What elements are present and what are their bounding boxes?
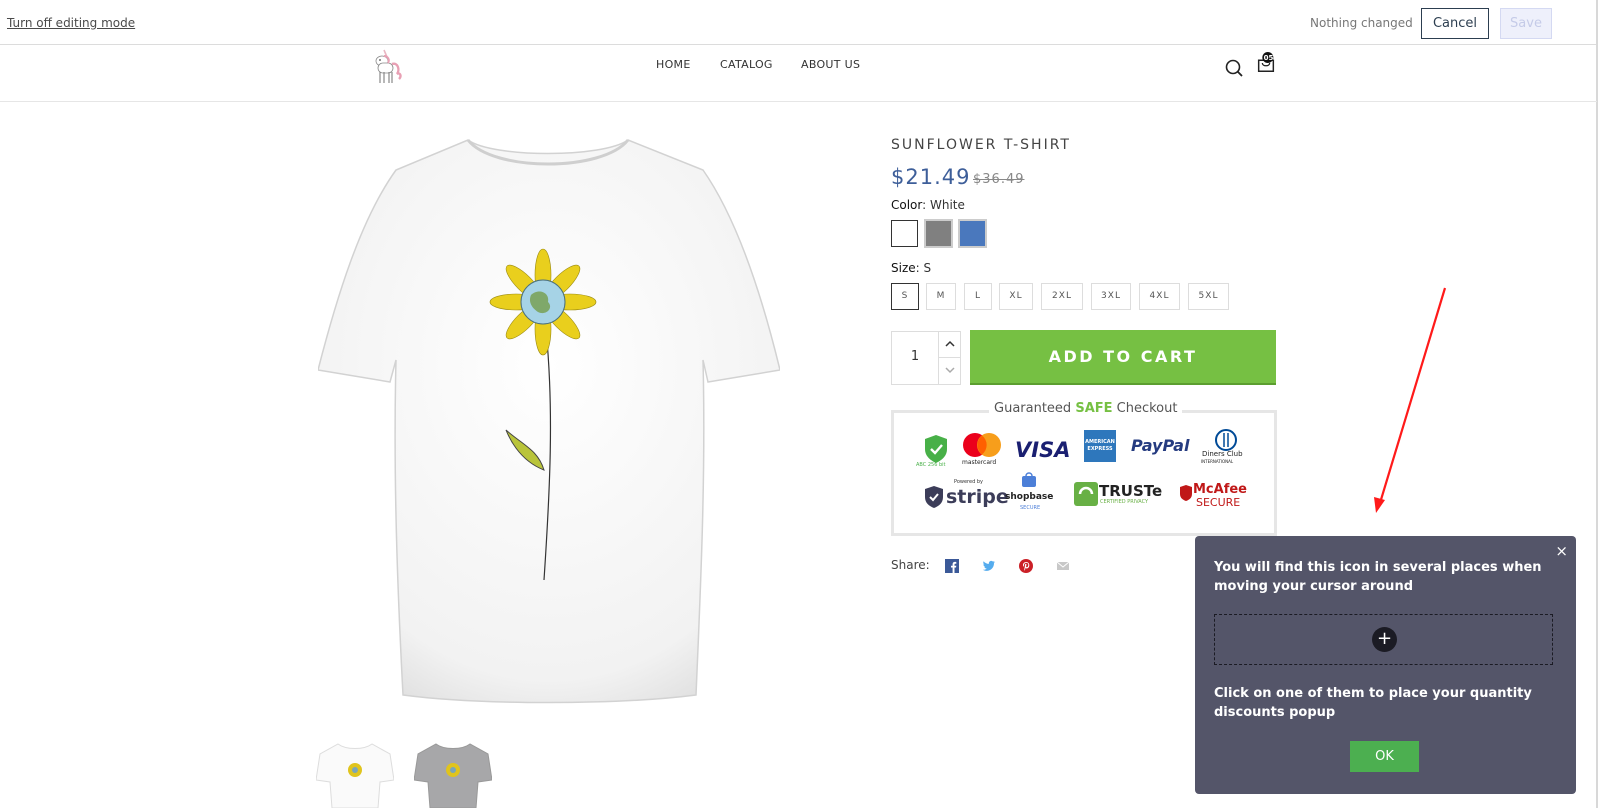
mastercard-caption: mastercard [962,459,997,466]
mastercard-icon [963,433,1001,457]
turn-off-editing-link[interactable]: Turn off editing mode [7,16,135,30]
color-swatch-gray[interactable] [924,219,953,248]
share-label: Share: [891,558,930,572]
ok-button[interactable]: OK [1350,741,1419,772]
product-compare-price: $36.49 [973,172,1025,187]
product-title: SUNFLOWER T-SHIRT [891,137,1071,153]
truste-icon [1074,482,1098,506]
stripe-logo: stripe [946,486,1009,508]
size-option-s[interactable]: S [891,283,919,310]
product-thumbnail-gray[interactable] [414,740,492,808]
nav-catalog[interactable]: CATALOG [720,58,773,71]
diners-sub-caption: INTERNATIONAL [1201,459,1234,464]
stripe-powered-by: Powered by [954,479,983,485]
shopbase-secure: SECURE [1020,505,1041,511]
diners-club-icon [1215,429,1237,451]
size-option-m[interactable]: M [926,283,956,310]
red-arrow-annotation [1374,287,1447,513]
mcafee-secure: SECURE [1196,496,1241,509]
trust-title-pre: Guaranteed [994,401,1072,416]
shield-caption: ABC 256 bit [916,462,946,468]
size-option-2xl[interactable]: 2XL [1041,283,1083,310]
size-label: Size [891,261,916,275]
trust-badges-box: Guaranteed SAFE Checkout ABC 256 bit mas… [891,401,1277,536]
close-icon[interactable]: × [1555,542,1568,560]
trust-title-post: Checkout [1116,401,1178,416]
unicorn-logo[interactable] [364,46,410,88]
color-value: White [929,198,965,212]
pinterest-icon[interactable] [1019,559,1033,573]
search-icon[interactable] [1223,57,1245,79]
size-option-l[interactable]: L [964,283,992,310]
trust-title: Guaranteed SAFE Checkout [989,401,1183,416]
quantity-input[interactable]: 1 [892,349,938,364]
size-option-label: Size: S [891,261,932,275]
nav-home[interactable]: HOME [656,58,691,71]
mcafee-logo: McAfee [1193,482,1247,497]
twitter-icon[interactable] [982,559,996,573]
quantity-decrease-button[interactable] [938,358,961,384]
store-header: HOME CATALOG ABOUT US 05 [0,46,1597,102]
product-price: $21.49 [891,165,971,189]
amex-logo: AMERICAN EXPRESS [1084,430,1116,462]
size-option-5xl[interactable]: 5XL [1188,283,1229,310]
color-label: Color [891,198,923,212]
amex-text: AMERICAN EXPRESS [1085,439,1115,452]
paypal-logo: PayPal [1131,436,1190,455]
placement-dropzone[interactable]: + [1214,614,1553,665]
cart-count-badge: 05 [1263,54,1274,62]
stripe-shield-icon [925,486,943,508]
size-option-xl[interactable]: XL [999,283,1033,310]
quantity-increase-button[interactable] [938,332,961,358]
color-swatch-white[interactable] [891,220,918,247]
trust-title-safe: SAFE [1075,401,1113,416]
add-to-cart-button[interactable]: ADD TO CART [970,330,1276,385]
nav-about-us[interactable]: ABOUT US [801,58,860,71]
truste-sub: CERTIFIED PRIVACY [1100,499,1149,505]
chevron-up-icon [945,340,955,347]
onboarding-popup: × You will find this icon in several pla… [1195,536,1576,794]
chevron-down-icon [945,367,955,374]
truste-logo: TRUSTe [1099,482,1163,500]
visa-logo: VISA [1015,438,1071,462]
diners-caption: Diners Club [1202,450,1243,458]
size-value: S [923,261,932,275]
scrollbar[interactable] [1596,0,1598,808]
shopbase-logo: shopbase [1005,492,1054,502]
save-status-text: Nothing changed [1310,16,1413,30]
plus-icon[interactable]: + [1372,627,1397,652]
size-option-3xl[interactable]: 3XL [1091,283,1131,310]
save-button[interactable]: Save [1500,8,1552,39]
color-swatch-blue[interactable] [958,219,987,248]
cancel-button[interactable]: Cancel [1421,8,1489,39]
editing-toolbar: Turn off editing mode Nothing changed Ca… [0,0,1597,45]
popup-message-1: You will find this icon in several place… [1214,560,1542,594]
shopbase-bag-icon [1022,472,1036,487]
product-thumbnail-white[interactable] [316,740,394,808]
mcafee-shield-icon [1180,485,1192,501]
popup-message-2: Click on one of them to place your quant… [1214,686,1532,720]
email-icon[interactable] [1056,559,1070,573]
product-main-image[interactable] [318,130,780,710]
color-option-label: Color: White [891,198,965,212]
size-option-4xl[interactable]: 4XL [1139,283,1180,310]
facebook-icon[interactable] [945,559,959,573]
quantity-stepper: 1 [891,331,961,385]
